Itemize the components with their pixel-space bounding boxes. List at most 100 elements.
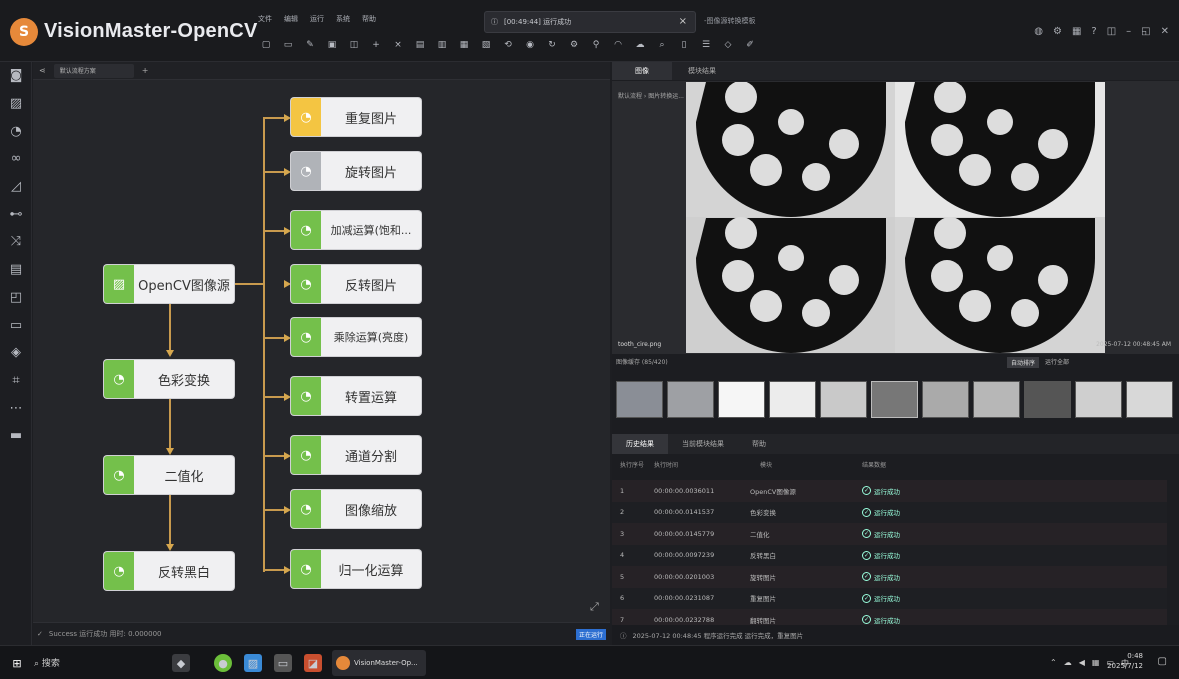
auto-sort-button[interactable]: 自动排序: [1006, 357, 1039, 368]
taskbar-item-visionmaster[interactable]: VisionMaster-Op...: [332, 650, 426, 676]
layers-icon[interactable]: ◫: [346, 38, 362, 52]
thumbnail[interactable]: [1126, 381, 1173, 418]
wifi-icon[interactable]: ◠: [610, 38, 626, 52]
node-multiply-divide[interactable]: ◔ 乘除运算(亮度): [291, 318, 421, 356]
list-icon[interactable]: ☰: [698, 38, 714, 52]
zoom-icon[interactable]: ⌕: [654, 38, 670, 52]
table-row[interactable]: 2 00:00:00.0141537 色彩变换 ✓ 运行成功: [612, 501, 1167, 523]
scan-icon[interactable]: ⌗: [0, 367, 32, 395]
camera-icon[interactable]: ◙: [0, 62, 32, 90]
node-rotate-image[interactable]: ◔ 旋转图片: [291, 152, 421, 190]
settings-icon[interactable]: ⚙: [566, 38, 582, 52]
close-icon[interactable]: ×: [679, 16, 687, 27]
help-icon[interactable]: ?: [1091, 26, 1096, 37]
shuffle-icon[interactable]: ⤨: [0, 228, 32, 256]
close-window-icon[interactable]: ✕: [1161, 26, 1169, 37]
thumbnail[interactable]: [1075, 381, 1122, 418]
node-invert-bw[interactable]: ◔ 反转黑白: [104, 552, 234, 590]
photos-icon[interactable]: ▨: [244, 654, 262, 672]
node-flip-image[interactable]: ◔ 反转图片: [291, 265, 421, 303]
glasses-icon[interactable]: ∞: [0, 145, 32, 173]
menu-edit[interactable]: 编辑: [284, 14, 298, 24]
notification-icon[interactable]: ▢: [1158, 656, 1167, 667]
table-row[interactable]: 6 00:00:00.0231087 重复图片 ✓ 运行成功: [612, 587, 1167, 609]
thumbnail[interactable]: [1024, 381, 1071, 418]
card-icon[interactable]: ▭: [0, 311, 32, 339]
tab-help[interactable]: 帮助: [738, 434, 780, 454]
chat-icon[interactable]: ◇: [720, 38, 736, 52]
node-color-transform[interactable]: ◔ 色彩变换: [104, 360, 234, 398]
thumbnail[interactable]: [769, 381, 816, 418]
chart-icon[interactable]: ◿: [0, 173, 32, 201]
delete-icon[interactable]: ×: [390, 38, 406, 52]
monitor-icon[interactable]: ▭: [274, 654, 292, 672]
node-binarize[interactable]: ◔ 二值化: [104, 456, 234, 494]
paste-icon[interactable]: ▥: [434, 38, 450, 52]
trash-icon[interactable]: ▯: [676, 38, 692, 52]
node-image-scale[interactable]: ◔ 图像缩放: [291, 490, 421, 528]
cloud-icon[interactable]: ☁: [632, 38, 648, 52]
thumbnail[interactable]: [616, 381, 663, 418]
table-row[interactable]: 1 00:00:00.0036011 OpenCV图像源 ✓ 运行成功: [612, 480, 1167, 502]
table-row[interactable]: 3 00:00:00.0145779 二值化 ✓ 运行成功: [612, 523, 1167, 545]
run-once-icon[interactable]: ⟲: [500, 38, 516, 52]
nodes-icon[interactable]: ⊷: [0, 200, 32, 228]
flow-tab[interactable]: 默认流程方案: [53, 63, 134, 78]
thumbnail[interactable]: [718, 381, 765, 418]
menu-system[interactable]: 系统: [336, 14, 350, 24]
new-file-icon[interactable]: ▢: [258, 38, 274, 52]
chevron-up-icon[interactable]: ⌃: [1050, 658, 1057, 669]
node-transpose[interactable]: ◔ 转置运算: [291, 377, 421, 415]
thumbnail[interactable]: [922, 381, 969, 418]
windows-start-icon[interactable]: ⊞: [8, 654, 26, 672]
node-normalize[interactable]: ◔ 归一化运算: [291, 550, 421, 588]
user-icon[interactable]: ◍: [1034, 26, 1043, 37]
package-icon[interactable]: ◈: [0, 339, 32, 367]
office-icon[interactable]: ◪: [304, 654, 322, 672]
run-all-button[interactable]: 运行全部: [1045, 357, 1069, 366]
taskbar-search[interactable]: ⌕ 搜索: [34, 656, 60, 669]
expand-icon[interactable]: ⤢: [590, 600, 599, 614]
app-icon[interactable]: ◆: [172, 654, 190, 672]
stop-icon[interactable]: ◉: [522, 38, 538, 52]
menu-help[interactable]: 帮助: [362, 14, 376, 24]
thumbnail[interactable]: [973, 381, 1020, 418]
wechat-icon[interactable]: ●: [214, 654, 232, 672]
node-channel-split[interactable]: ◔ 通道分割: [291, 436, 421, 474]
layout-icon[interactable]: ◫: [1107, 26, 1116, 37]
clipboard-icon[interactable]: ▦: [456, 38, 472, 52]
window-icon[interactable]: ◰: [0, 284, 32, 312]
tab-image[interactable]: 图像: [612, 62, 672, 80]
monitor-icon[interactable]: ▬: [0, 422, 32, 450]
calendar-icon[interactable]: ▤: [0, 256, 32, 284]
minimize-icon[interactable]: –: [1126, 26, 1131, 37]
network-icon[interactable]: ▦: [1092, 658, 1100, 669]
save-icon[interactable]: ▣: [324, 38, 340, 52]
loop-icon[interactable]: ↻: [544, 38, 560, 52]
table-row[interactable]: 4 00:00:00.0097239 反转黑白 ✓ 运行成功: [612, 544, 1167, 566]
pen-icon[interactable]: ✐: [742, 38, 758, 52]
palette-icon[interactable]: ◔: [0, 117, 32, 145]
image-icon[interactable]: ▨: [0, 90, 32, 118]
tab-history[interactable]: 历史结果: [612, 434, 668, 454]
copy-icon[interactable]: ▤: [412, 38, 428, 52]
menu-run[interactable]: 运行: [310, 14, 324, 24]
table-row[interactable]: 5 00:00:00.0201003 旋转图片 ✓ 运行成功: [612, 566, 1167, 588]
menu-file[interactable]: 文件: [258, 14, 272, 24]
node-opencv-source[interactable]: ▨ OpenCV图像源: [104, 265, 234, 303]
add-tab-icon[interactable]: +: [142, 66, 149, 75]
gear-icon[interactable]: ⚙: [1053, 26, 1062, 37]
thumbnail[interactable]: [667, 381, 714, 418]
more-icon[interactable]: ⋯: [0, 394, 32, 422]
tab-module-result[interactable]: 模块结果: [672, 62, 732, 80]
open-folder-icon[interactable]: ▭: [280, 38, 296, 52]
edit-icon[interactable]: ✎: [302, 38, 318, 52]
node-add-subtract[interactable]: ◔ 加减运算(饱和...: [291, 211, 421, 249]
image-view[interactable]: 默认流程 › 图片转换运... tooth_cire.png 2025-07-1…: [612, 81, 1179, 354]
grid-icon[interactable]: ▦: [1072, 26, 1081, 37]
link-icon[interactable]: ⚲: [588, 38, 604, 52]
maximize-icon[interactable]: ◱: [1141, 26, 1150, 37]
clock[interactable]: 0:48 2025/7/12: [1107, 651, 1143, 671]
duplicate-icon[interactable]: ▧: [478, 38, 494, 52]
share-icon[interactable]: ⋖: [39, 66, 46, 75]
